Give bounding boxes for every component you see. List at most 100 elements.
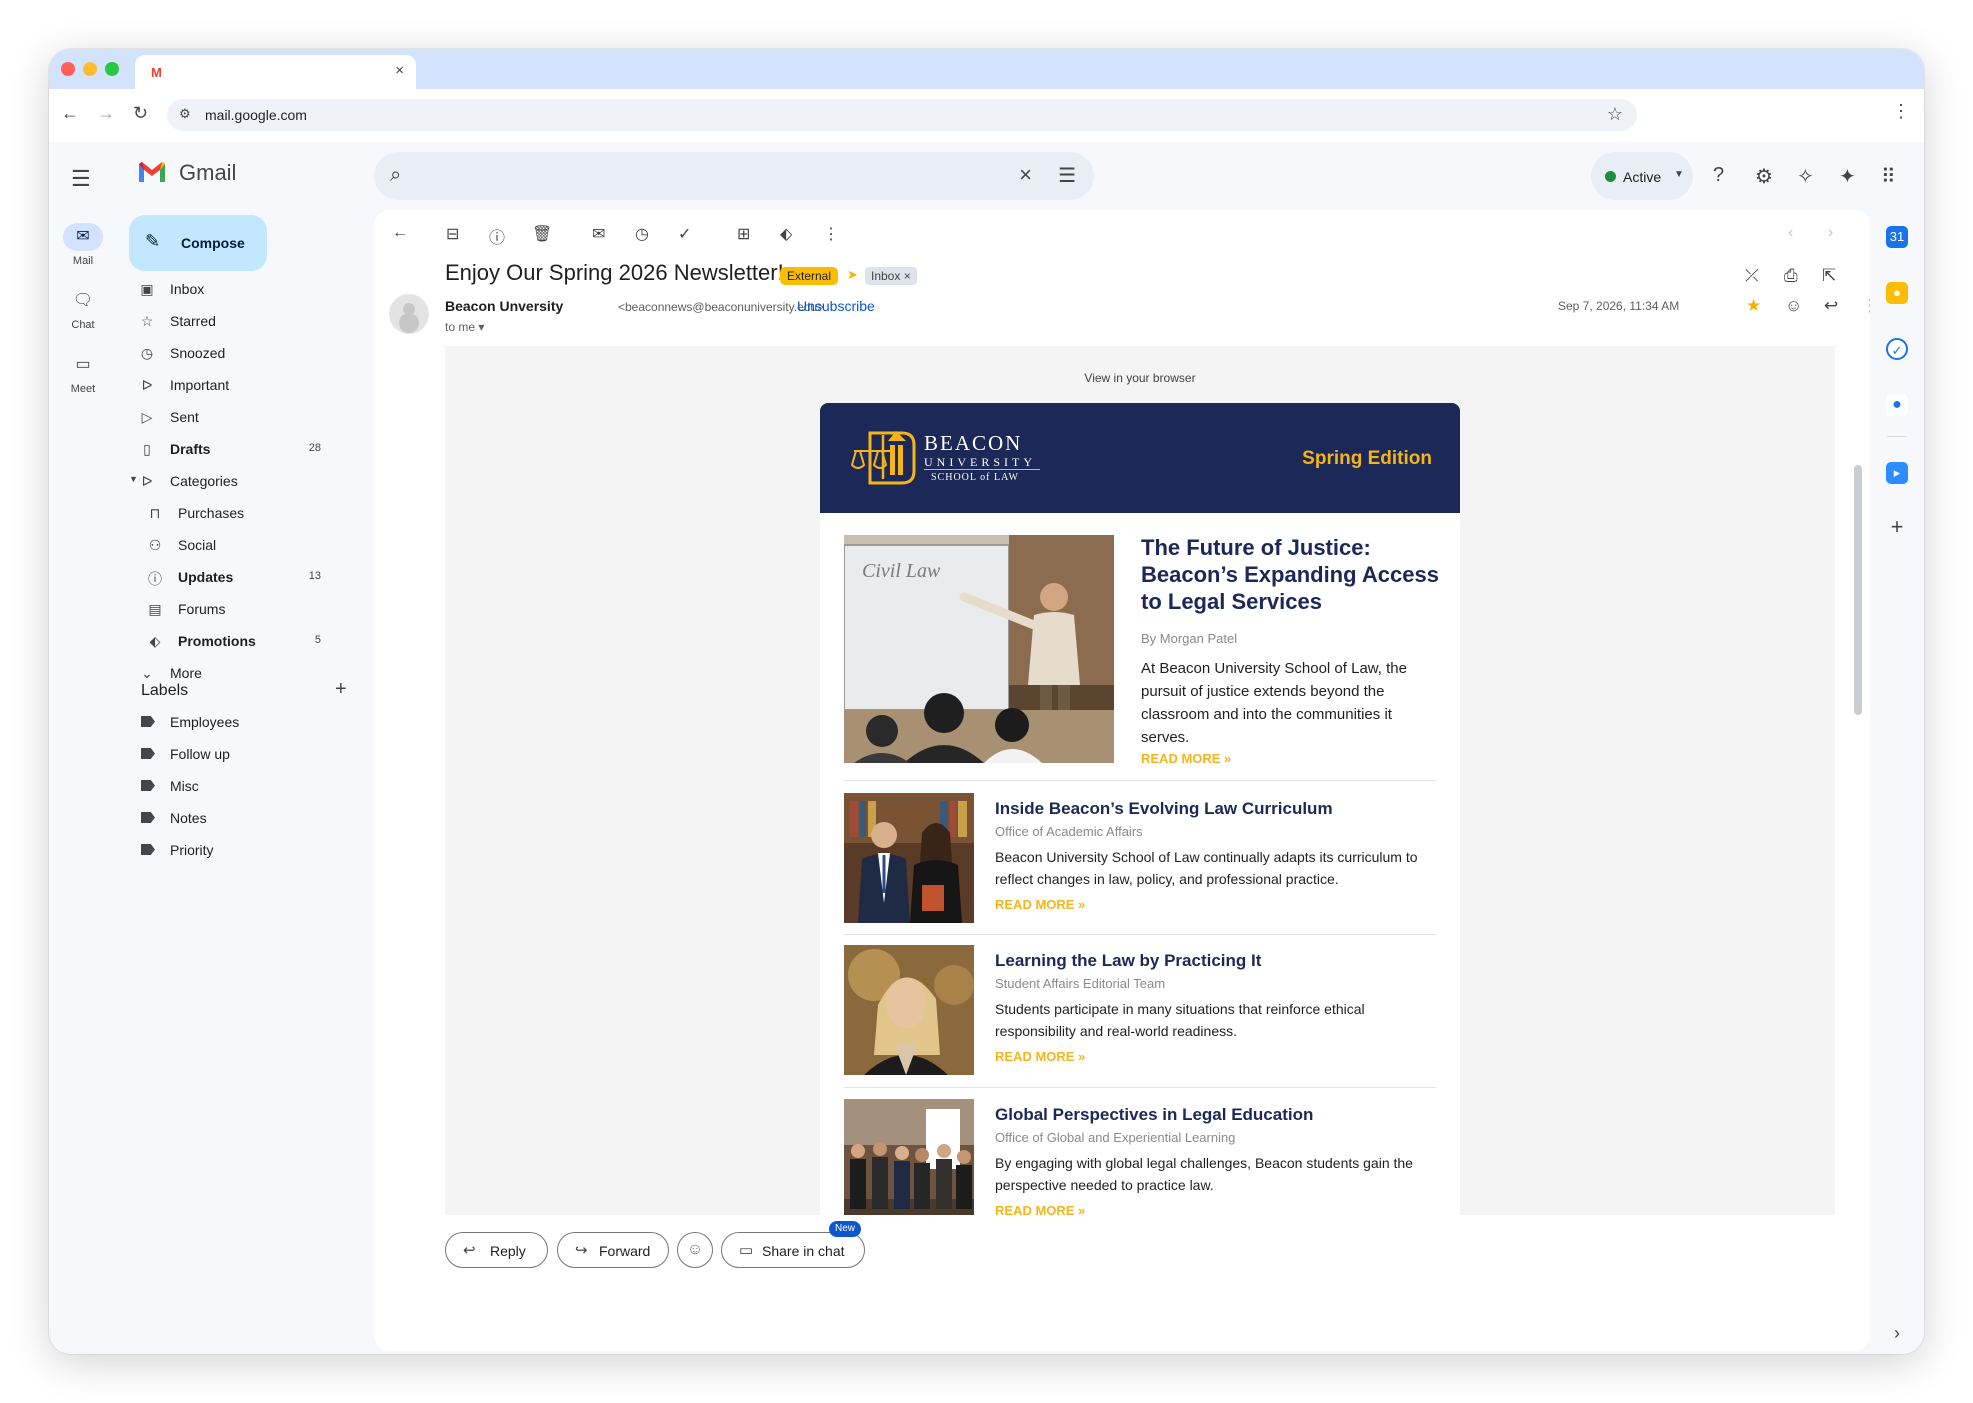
add-label-icon[interactable]: + <box>335 678 347 701</box>
search-options-icon[interactable]: ☰ <box>1058 163 1076 188</box>
rail-meet[interactable]: ▭ Meet <box>49 351 117 395</box>
archive-icon[interactable]: ⊟ <box>446 224 459 244</box>
keep-icon[interactable]: ● <box>1886 282 1908 304</box>
nav-inbox[interactable]: ▣ Inbox <box>117 273 349 305</box>
report-spam-icon[interactable]: ⓘ <box>489 224 505 248</box>
snooze-clock-icon[interactable]: ◷ <box>635 224 649 244</box>
article-photo[interactable] <box>844 945 974 1075</box>
calendar-icon[interactable]: 31 <box>1886 226 1908 248</box>
label-misc[interactable]: Misc <box>117 770 349 802</box>
read-more-link[interactable]: READ MORE » <box>995 1049 1085 1064</box>
label-priority[interactable]: Priority <box>117 834 349 866</box>
nav-social[interactable]: ⚇ Social <box>117 529 349 561</box>
bookmark-star-icon[interactable]: ☆ <box>1607 104 1623 125</box>
message-more-icon[interactable]: ⋮ <box>1862 296 1870 316</box>
read-more-link[interactable]: READ MORE » <box>995 897 1085 912</box>
label-tag-icon <box>141 716 155 727</box>
status-selector[interactable]: Active ▼ <box>1591 152 1693 200</box>
gemini-sparkle-icon[interactable]: ✦ <box>1839 164 1856 189</box>
rail-mail[interactable]: ✉ Mail <box>49 223 117 267</box>
starred-icon[interactable]: ★ <box>1746 296 1761 316</box>
browser-window: M × ← → ↻ ⚙ mail.google.com ☆ ⋮ ☰ ✉ Mail… <box>49 49 1924 1354</box>
nav-important[interactable]: ᐅ Important <box>117 369 349 401</box>
browser-menu-icon[interactable]: ⋮ <box>1892 101 1910 122</box>
more-actions-icon[interactable]: ⋮ <box>823 224 839 244</box>
forward-button[interactable]: ↪ Forward <box>557 1232 669 1268</box>
mark-unread-icon[interactable]: ✉ <box>592 224 605 244</box>
add-addon-icon[interactable]: + <box>1886 516 1908 538</box>
tab-close-icon[interactable]: × <box>395 62 404 79</box>
older-chevron-right-icon[interactable]: › <box>1828 224 1833 242</box>
nav-drafts[interactable]: ▯ Drafts 28 <box>117 433 349 465</box>
featured-article-photo[interactable]: Civil Law <box>844 535 1114 763</box>
collapse-all-icon[interactable]: ⤫ <box>1745 266 1759 286</box>
apps-grid-icon[interactable]: ⠿ <box>1881 164 1896 189</box>
clear-search-icon[interactable]: × <box>1019 162 1032 188</box>
nav-snoozed[interactable]: ◷ Snoozed <box>117 337 349 369</box>
back-arrow-icon[interactable]: ← <box>61 103 79 124</box>
search-icon[interactable]: ⌕ <box>390 164 401 187</box>
magic-wand-icon[interactable]: ✧ <box>1797 164 1814 189</box>
tasks-icon[interactable]: ✓ <box>1886 338 1908 360</box>
newer-chevron-left-icon[interactable]: ‹ <box>1788 224 1793 242</box>
article-title[interactable]: Learning the Law by Practicing It <box>995 951 1261 971</box>
forward-arrow-icon[interactable]: → <box>97 103 115 124</box>
important-marker-icon[interactable]: ➤ <box>847 267 858 283</box>
minimize-window-button[interactable] <box>83 62 97 76</box>
labels-icon[interactable]: ⬖ <box>780 224 792 244</box>
inbox-label-chip[interactable]: Inbox × <box>865 267 917 285</box>
main-menu-icon[interactable]: ☰ <box>71 166 91 192</box>
contacts-icon[interactable]: ● <box>1886 394 1908 416</box>
rail-chat[interactable]: 🗨 Chat <box>49 287 117 331</box>
nav-forums[interactable]: ▤ Forums <box>117 593 349 625</box>
nav-count: 28 <box>308 442 321 454</box>
featured-article-title[interactable]: The Future of Justice: Beacon’s Expandin… <box>1141 534 1441 615</box>
unsubscribe-link[interactable]: Unsubscribe <box>797 298 875 314</box>
nav-promotions[interactable]: ⬖ Promotions 5 <box>117 625 349 657</box>
reload-icon[interactable]: ↻ <box>133 103 148 124</box>
compose-button[interactable]: ✎ Compose <box>129 215 267 271</box>
settings-gear-icon[interactable]: ⚙ <box>1755 164 1773 189</box>
maximize-window-button[interactable] <box>105 62 119 76</box>
address-bar[interactable]: ⚙ mail.google.com ☆ <box>167 99 1637 131</box>
reply-icon[interactable]: ↩ <box>1824 296 1838 316</box>
hide-side-panel-icon[interactable]: › <box>1886 1322 1908 1344</box>
close-window-button[interactable] <box>61 62 75 76</box>
label-follow-up[interactable]: Follow up <box>117 738 349 770</box>
article-title[interactable]: Inside Beacon’s Evolving Law Curriculum <box>995 799 1333 819</box>
help-icon[interactable]: ? <box>1713 164 1724 187</box>
back-to-inbox-icon[interactable]: ← <box>392 224 408 242</box>
open-new-window-icon[interactable]: ⇱ <box>1822 266 1836 286</box>
article-photo[interactable] <box>844 793 974 923</box>
caret-down-icon[interactable]: ▼ <box>129 474 138 484</box>
zoom-icon[interactable]: ▸ <box>1886 462 1908 484</box>
share-in-chat-button[interactable]: ▭ Share in chat <box>721 1232 865 1268</box>
view-in-browser-link[interactable]: View in your browser <box>445 371 1835 385</box>
nav-starred[interactable]: ☆ Starred <box>117 305 349 337</box>
delete-trash-icon[interactable]: 🗑 <box>532 224 552 244</box>
article-photo[interactable] <box>844 1099 974 1229</box>
new-badge: New <box>829 1221 862 1237</box>
search-bar[interactable]: ⌕ × ☰ <box>374 152 1094 200</box>
article-title[interactable]: Global Perspectives in Legal Education <box>995 1105 1313 1125</box>
emoji-reaction-button[interactable]: ☺ <box>677 1232 713 1268</box>
side-panel: 31 ● ✓ ● ▸ + › <box>1870 210 1924 1351</box>
label-notes[interactable]: Notes <box>117 802 349 834</box>
clock-icon: ◷ <box>140 345 154 361</box>
recipient-details[interactable]: to me ▾ <box>445 320 484 334</box>
add-task-icon[interactable]: ✓ <box>678 224 691 244</box>
article-summary: Students participate in many situations … <box>995 1001 1365 1039</box>
nav-updates[interactable]: ⓘ Updates 13 <box>117 561 349 593</box>
browser-tab-gmail[interactable]: M × <box>135 55 416 89</box>
featured-read-more-link[interactable]: READ MORE » <box>1141 751 1231 766</box>
move-to-icon[interactable]: ⊞ <box>737 224 750 244</box>
message-scrollbar[interactable] <box>1854 465 1862 715</box>
site-info-icon[interactable]: ⚙ <box>179 106 191 122</box>
label-employees[interactable]: Employees <box>117 706 349 738</box>
nav-sent[interactable]: ▷ Sent <box>117 401 349 433</box>
add-reaction-icon[interactable]: ☺ <box>1785 296 1802 316</box>
nav-purchases[interactable]: ⊓ Purchases <box>117 497 349 529</box>
reply-button[interactable]: ↩ Reply <box>445 1232 548 1268</box>
nav-categories[interactable]: ▼ ᐅ Categories <box>117 465 349 497</box>
print-icon[interactable]: ⎙ <box>1784 266 1798 286</box>
